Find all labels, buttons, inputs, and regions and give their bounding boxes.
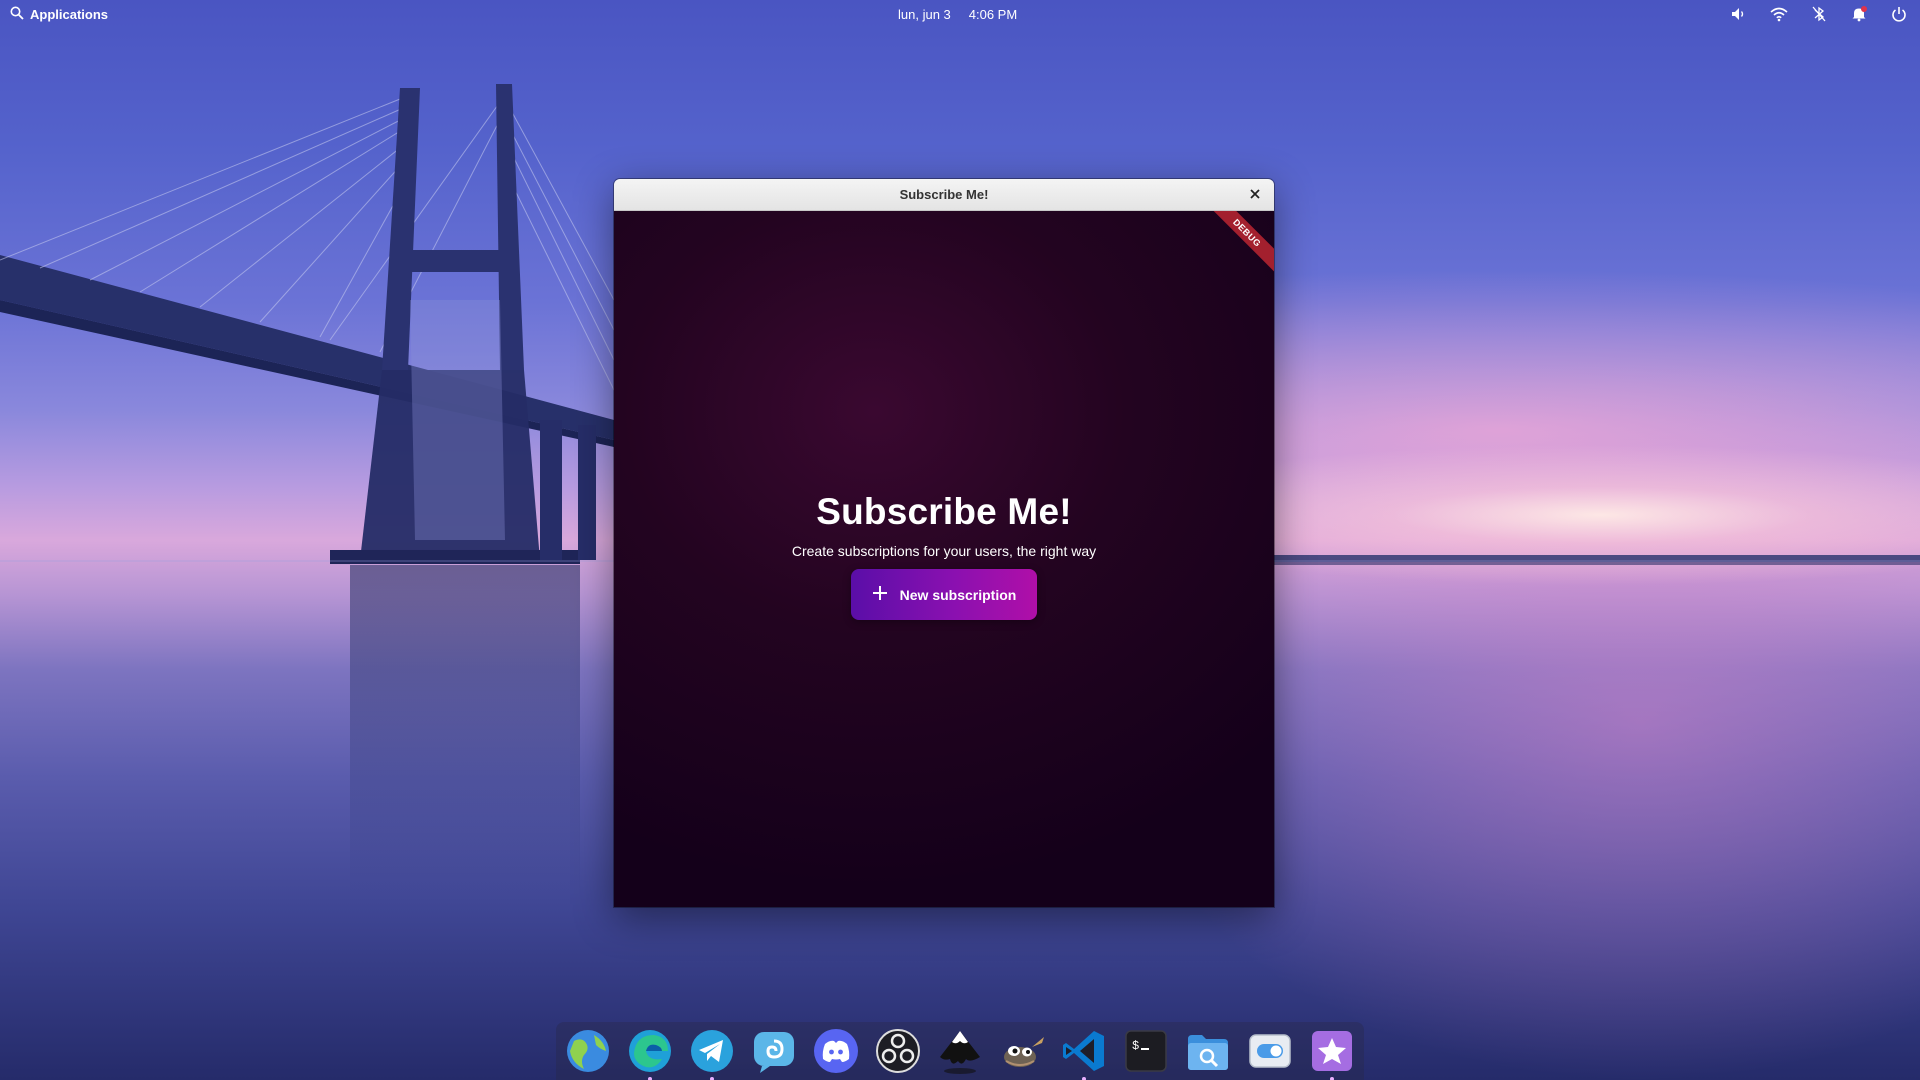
dock: $ bbox=[556, 1022, 1364, 1080]
svg-text:$: $ bbox=[1132, 1039, 1139, 1053]
window-titlebar[interactable]: Subscribe Me! bbox=[614, 179, 1274, 211]
discord-icon[interactable] bbox=[812, 1027, 860, 1075]
notifications-icon[interactable] bbox=[1850, 5, 1868, 23]
appcenter-star-icon[interactable] bbox=[1308, 1027, 1356, 1080]
app-heading: Subscribe Me! bbox=[816, 491, 1072, 532]
search-icon bbox=[10, 6, 24, 23]
browser-globe-icon[interactable] bbox=[564, 1027, 612, 1075]
debug-banner: DEBUG bbox=[1202, 211, 1274, 278]
new-subscription-button[interactable]: New subscription bbox=[851, 569, 1037, 620]
settings-toggle-icon[interactable] bbox=[1246, 1027, 1294, 1075]
obs-icon[interactable] bbox=[874, 1027, 922, 1075]
bluetooth-off-icon[interactable] bbox=[1810, 5, 1828, 23]
date-text: lun, jun 3 bbox=[898, 7, 951, 22]
applications-label: Applications bbox=[30, 7, 109, 22]
edge-icon[interactable] bbox=[626, 1027, 674, 1080]
vscode-icon[interactable] bbox=[1060, 1027, 1108, 1080]
subscribe-me-window: Subscribe Me! DEBUG Subscribe Me! Create… bbox=[614, 179, 1274, 907]
volume-icon[interactable] bbox=[1730, 5, 1748, 23]
power-icon[interactable] bbox=[1890, 5, 1908, 23]
close-icon[interactable] bbox=[1246, 185, 1264, 203]
datetime-indicator[interactable]: lun, jun 3 4:06 PM bbox=[898, 7, 1017, 22]
gimp-icon[interactable] bbox=[998, 1027, 1046, 1075]
time-text: 4:06 PM bbox=[968, 7, 1018, 22]
app-subtitle: Create subscriptions for your users, the… bbox=[791, 543, 1097, 559]
plus-icon bbox=[872, 585, 888, 604]
mastodon-client-icon[interactable] bbox=[750, 1027, 798, 1075]
inkscape-icon[interactable] bbox=[936, 1027, 984, 1075]
telegram-icon[interactable] bbox=[688, 1027, 736, 1080]
wifi-icon[interactable] bbox=[1770, 5, 1788, 23]
window-title: Subscribe Me! bbox=[899, 187, 989, 202]
new-subscription-label: New subscription bbox=[899, 586, 1017, 603]
system-tray bbox=[1730, 5, 1908, 23]
applications-menu[interactable]: Applications bbox=[10, 6, 108, 23]
terminal-icon[interactable]: $ bbox=[1122, 1027, 1170, 1075]
files-icon[interactable] bbox=[1184, 1027, 1232, 1075]
top-panel: Applications lun, jun 3 4:06 PM bbox=[0, 0, 1920, 30]
empty-state: Subscribe Me! Create subscriptions for y… bbox=[614, 491, 1274, 620]
app-content: DEBUG Subscribe Me! Create subscriptions… bbox=[614, 211, 1274, 907]
desktop: Applications lun, jun 3 4:06 PM Subscrib… bbox=[0, 0, 1920, 1080]
